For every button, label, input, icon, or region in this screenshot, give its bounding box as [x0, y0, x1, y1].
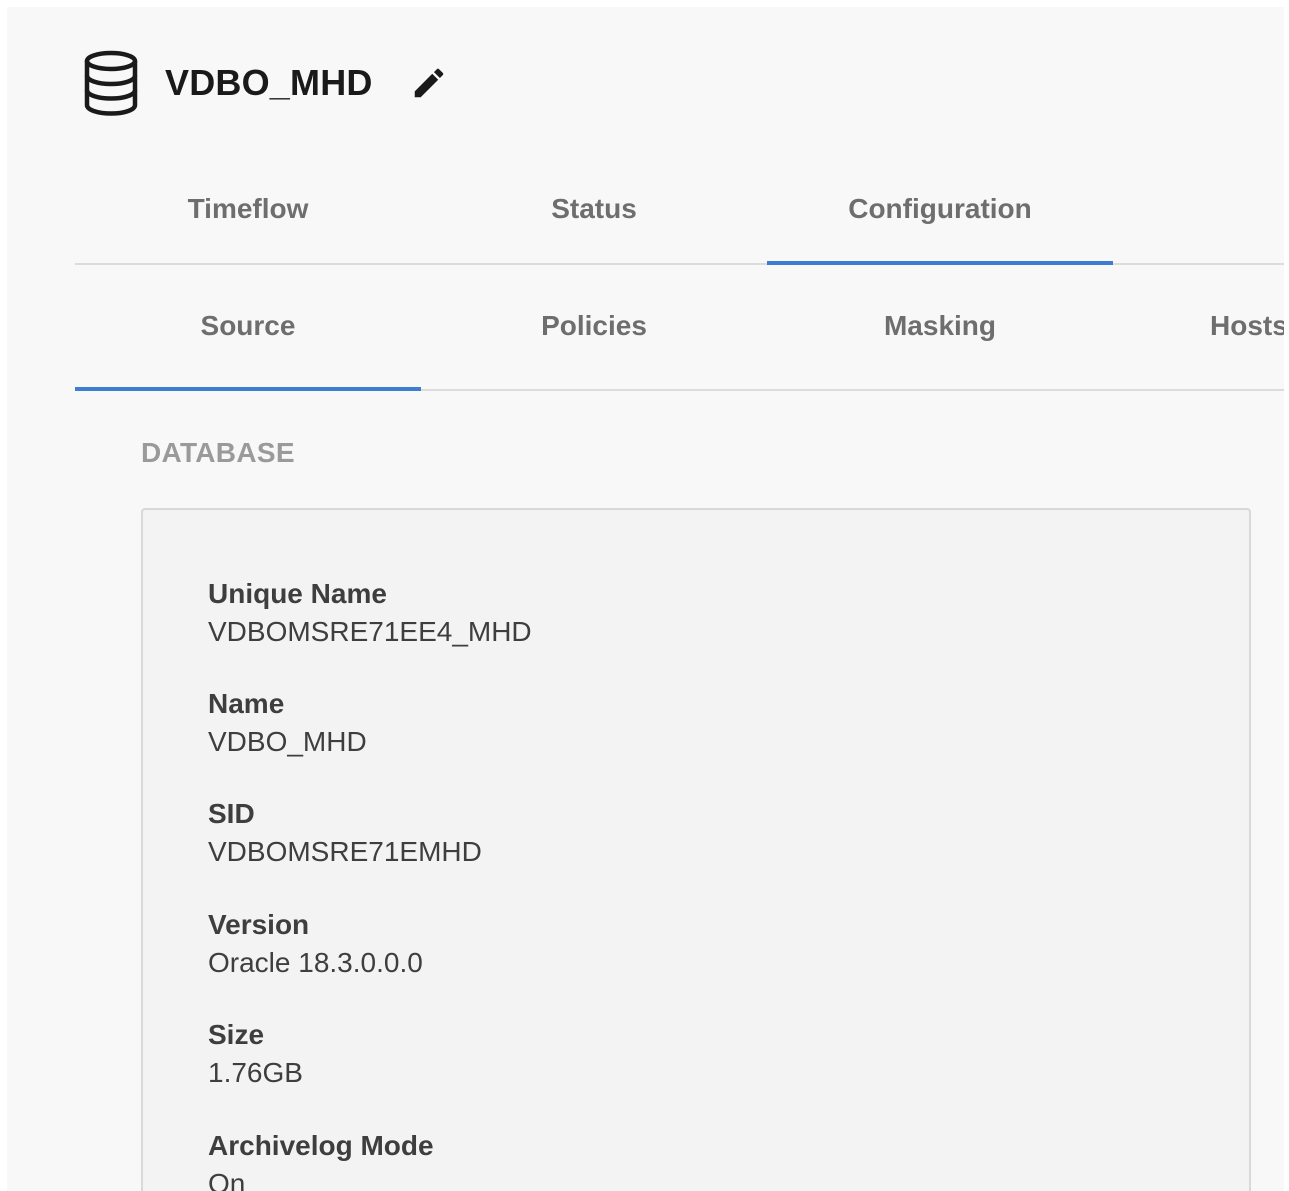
database-icon	[84, 50, 138, 116]
field-value: Oracle 18.3.0.0.0	[208, 947, 423, 978]
tab-timeflow[interactable]: Timeflow	[75, 155, 421, 263]
tab-configuration[interactable]: Configuration	[767, 155, 1113, 265]
edit-name-button[interactable]	[409, 63, 449, 103]
field-version: Version Oracle 18.3.0.0.0	[208, 907, 423, 983]
field-label: Version	[208, 909, 310, 940]
page-frame: VDBO_MHD Timeflow Status Configuration S…	[7, 7, 1284, 1191]
subtab-source[interactable]: Source	[75, 263, 421, 391]
field-value: VDBOMSRE71EE4_MHD	[208, 616, 532, 647]
subtab-hosts[interactable]: Hosts	[1113, 263, 1284, 389]
field-unique-name: Unique Name VDBOMSRE71EE4_MHD	[208, 576, 532, 652]
field-name: Name VDBO_MHD	[208, 686, 367, 762]
field-label: Unique Name	[208, 578, 387, 609]
database-details-card: Unique Name VDBOMSRE71EE4_MHD Name VDBO_…	[141, 508, 1251, 1191]
primary-tab-bar: Timeflow Status Configuration	[75, 155, 1284, 265]
field-label: Archivelog Mode	[208, 1130, 434, 1161]
section-title: DATABASE	[141, 437, 295, 468]
field-label: Size	[208, 1019, 265, 1050]
field-size: Size 1.76GB	[208, 1017, 303, 1093]
field-label: SID	[208, 798, 255, 829]
subtab-masking[interactable]: Masking	[767, 263, 1113, 389]
field-label: Name	[208, 688, 285, 719]
field-value: VDBOMSRE71EMHD	[208, 836, 482, 867]
tab-status[interactable]: Status	[421, 155, 767, 263]
field-value: VDBO_MHD	[208, 726, 367, 757]
field-value: On	[208, 1168, 246, 1191]
pencil-icon	[414, 68, 443, 98]
page-title: VDBO_MHD	[165, 62, 373, 103]
secondary-tab-bar: Source Policies Masking Hosts	[75, 263, 1284, 391]
field-archivelog-mode: Archivelog Mode On	[208, 1128, 434, 1191]
field-value: 1.76GB	[208, 1057, 303, 1088]
page-header: VDBO_MHD	[83, 43, 449, 123]
field-sid: SID VDBOMSRE71EMHD	[208, 796, 482, 872]
subtab-policies[interactable]: Policies	[421, 263, 767, 389]
